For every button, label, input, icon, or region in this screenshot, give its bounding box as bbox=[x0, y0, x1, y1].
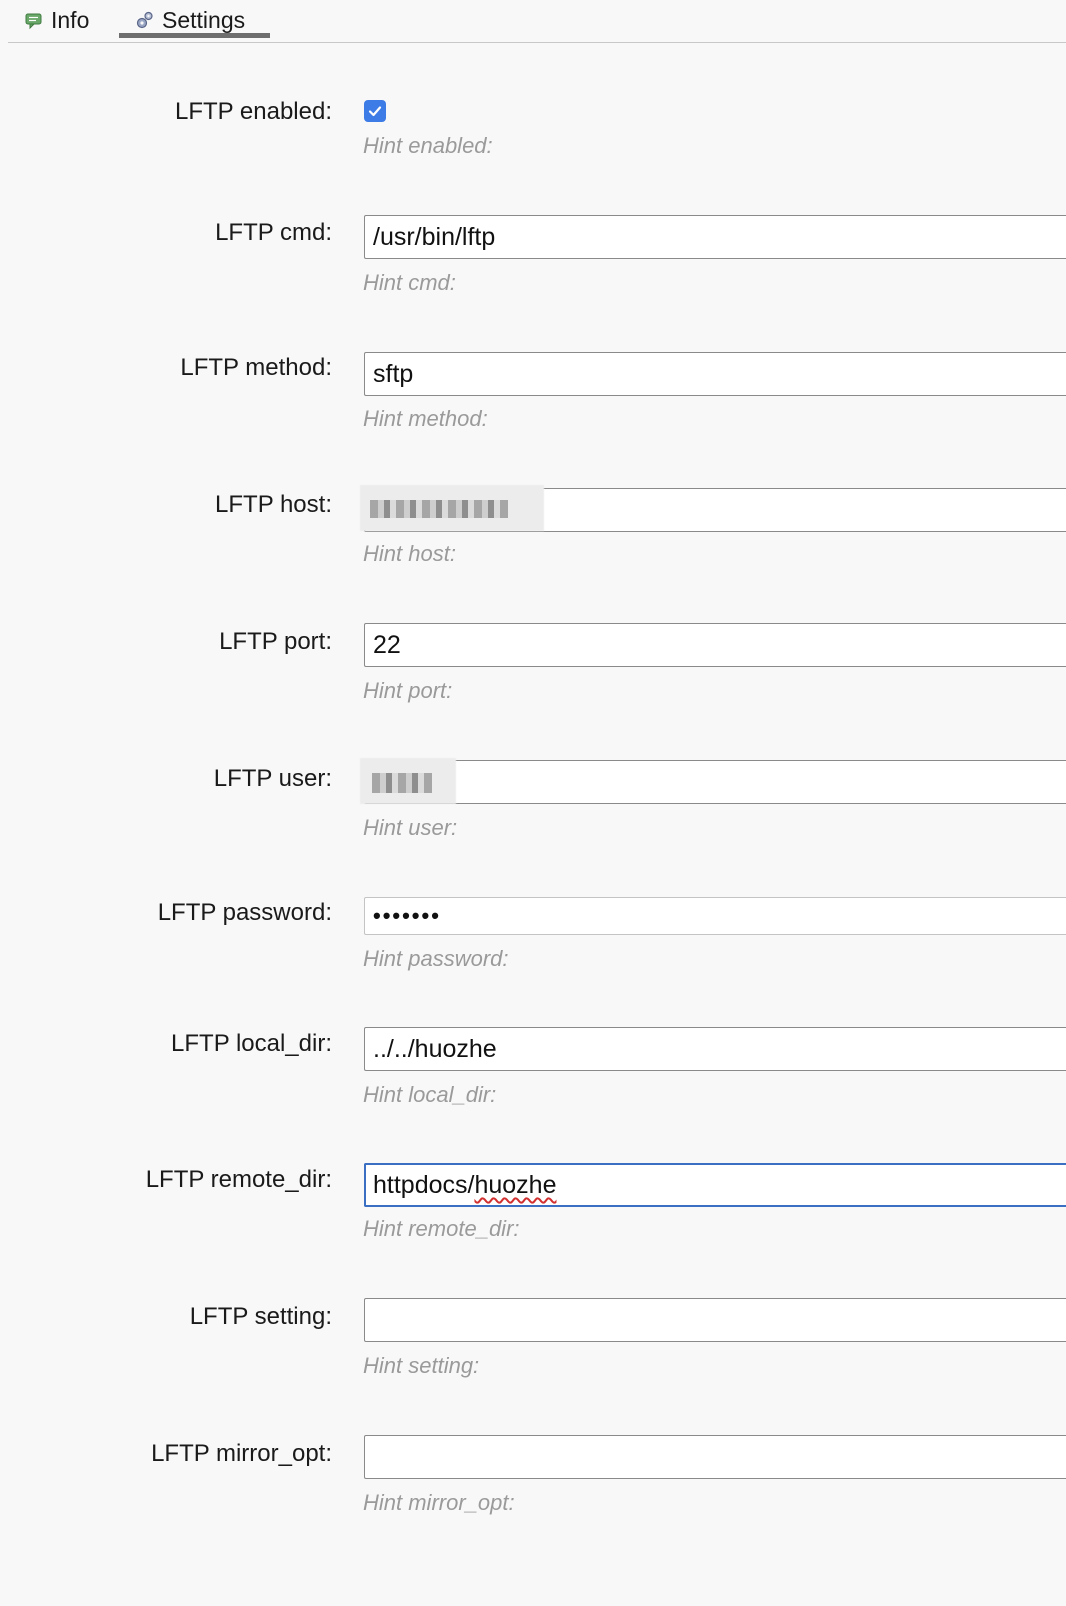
label-host: LFTP host: bbox=[215, 491, 332, 518]
remote-dir-value-prefix: httpdocs/ bbox=[373, 1171, 475, 1199]
mirror-opt-input[interactable] bbox=[364, 1435, 1066, 1479]
label-cmd: LFTP cmd: bbox=[215, 219, 332, 246]
host-pixelated-value bbox=[370, 500, 508, 518]
label-enabled: LFTP enabled: bbox=[175, 98, 332, 125]
hint-user: Hint user: bbox=[363, 815, 458, 840]
label-port: LFTP port: bbox=[219, 628, 332, 655]
hint-cmd: Hint cmd: bbox=[363, 270, 456, 295]
user-pixelated-value bbox=[372, 773, 432, 793]
hint-local-dir: Hint local_dir: bbox=[363, 1082, 497, 1107]
port-input[interactable]: 22 bbox=[364, 623, 1066, 667]
hint-host: Hint host: bbox=[363, 541, 456, 566]
label-user: LFTP user: bbox=[213, 765, 332, 792]
hint-enabled: Hint enabled: bbox=[363, 133, 493, 158]
method-input[interactable]: sftp bbox=[364, 352, 1066, 396]
cmd-input[interactable]: /usr/bin/lftp bbox=[364, 215, 1066, 259]
remote-dir-input[interactable]: httpdocs/huozhe bbox=[364, 1163, 1066, 1207]
password-input[interactable]: ••••••• bbox=[364, 897, 1066, 935]
chat-bubble-icon bbox=[24, 10, 44, 30]
label-password: LFTP password: bbox=[157, 899, 332, 926]
hint-remote-dir: Hint remote_dir: bbox=[363, 1216, 520, 1241]
checkmark-icon bbox=[368, 106, 382, 117]
label-remote-dir: LFTP remote_dir: bbox=[145, 1166, 332, 1193]
tab-settings-label: Settings bbox=[162, 6, 246, 33]
hint-port: Hint port: bbox=[363, 678, 453, 703]
active-tab-indicator bbox=[119, 33, 270, 38]
hint-mirror-opt: Hint mirror_opt: bbox=[363, 1490, 515, 1515]
remote-dir-value-misspelled: huozhe bbox=[474, 1171, 557, 1199]
tab-info-label: Info bbox=[51, 6, 90, 33]
tab-info[interactable]: Info bbox=[24, 2, 89, 38]
hint-method: Hint method: bbox=[363, 406, 488, 431]
label-local-dir: LFTP local_dir: bbox=[171, 1030, 332, 1057]
label-mirror-opt: LFTP mirror_opt: bbox=[151, 1440, 332, 1467]
hint-password: Hint password: bbox=[363, 946, 509, 971]
gears-icon bbox=[135, 10, 155, 30]
user-input[interactable] bbox=[364, 760, 1066, 804]
setting-input[interactable] bbox=[364, 1298, 1066, 1342]
tab-bar: Info Settings bbox=[8, 0, 1066, 43]
enabled-checkbox[interactable] bbox=[364, 100, 386, 122]
local-dir-input[interactable]: ../../huozhe bbox=[364, 1027, 1066, 1071]
label-setting: LFTP setting: bbox=[189, 1303, 332, 1330]
hint-setting: Hint setting: bbox=[363, 1353, 480, 1378]
label-method: LFTP method: bbox=[180, 354, 332, 381]
